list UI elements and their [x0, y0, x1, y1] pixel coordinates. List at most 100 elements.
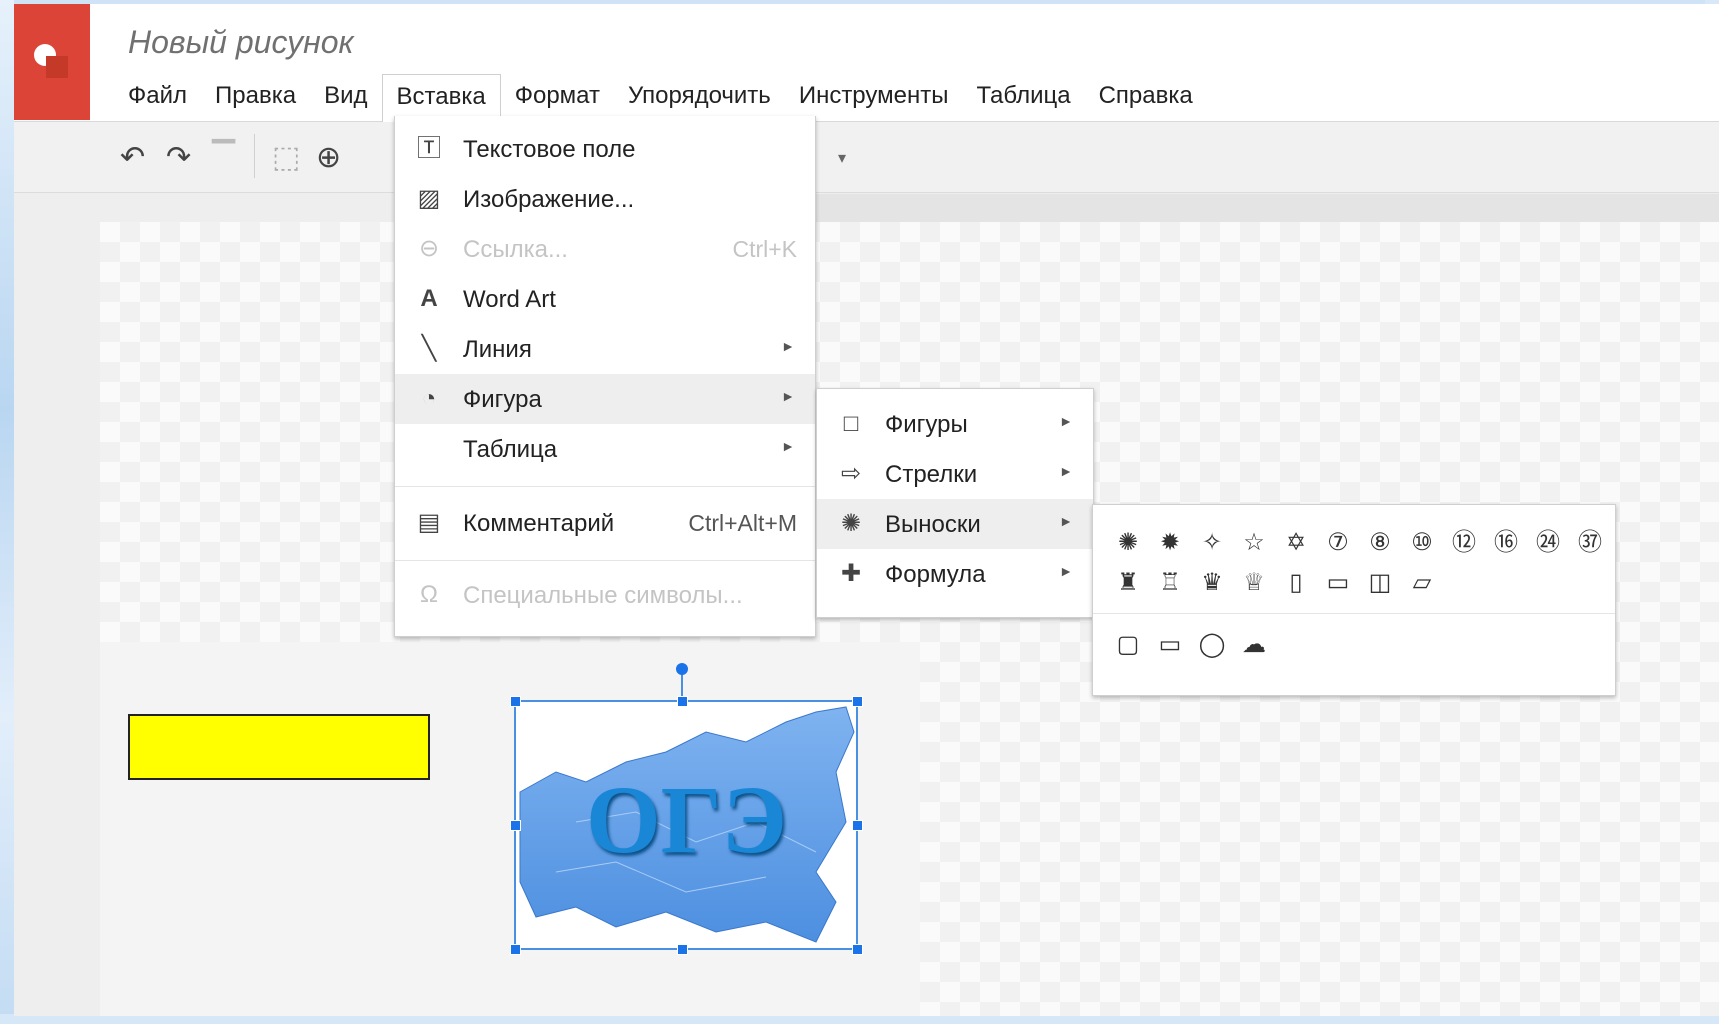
ribbon2-icon[interactable]: ♖: [1149, 565, 1191, 601]
star32-icon[interactable]: ㊲: [1569, 525, 1611, 561]
resize-handle-tl[interactable]: [510, 696, 521, 707]
menu-item-table[interactable]: Таблица ►: [395, 424, 815, 474]
star7-icon[interactable]: ⑦: [1317, 525, 1359, 561]
menu-item-label: Комментарий: [463, 510, 615, 537]
drawings-app: Новый рисунок Файл Правка Вид Вставка Фо…: [14, 4, 1719, 1016]
shape-submenu: □ Фигуры ► ⇨ Стрелки ► ✺ Выноски ► ✚ Фор…: [816, 388, 1094, 618]
menu-item-label: Ссылка...: [463, 236, 568, 263]
resize-handle-bl[interactable]: [510, 944, 521, 955]
rotation-handle[interactable]: [676, 663, 688, 675]
chevron-down-icon[interactable]: ▾: [838, 148, 846, 168]
menu-item-label: Текстовое поле: [463, 136, 636, 163]
logo-square: [46, 56, 68, 78]
undo-icon[interactable]: ↶: [120, 140, 145, 175]
resize-handle-tr[interactable]: [852, 696, 863, 707]
submenu-arrow-icon: ►: [1059, 563, 1073, 579]
menu-item-label: Формула: [885, 561, 986, 588]
menu-item-image[interactable]: ▨ Изображение...: [395, 174, 815, 224]
toolbar-divider: [254, 134, 255, 178]
submenu-arrow-icon: ►: [781, 388, 795, 404]
star8-icon[interactable]: ⑧: [1359, 525, 1401, 561]
callout-palette: ✺ ✹ ✧ ☆ ✡ ⑦ ⑧ ⑩ ⑫ ⑯ ㉔ ㊲ ♜ ♖ ♛ ♕ ▯ ▭ ◫ ▱ …: [1092, 504, 1616, 696]
vertical-scroll-icon[interactable]: ▯: [1275, 565, 1317, 601]
toolbar: ↶ ↷ ▔ ⬚ ⊕ у ▾: [14, 122, 1719, 193]
menu-item-label: Изображение...: [463, 186, 635, 213]
star24-icon[interactable]: ㉔: [1527, 525, 1569, 561]
image-text: ОГЭ: [586, 766, 787, 873]
submenu-arrow-icon: ►: [1059, 463, 1073, 479]
resize-handle-b[interactable]: [677, 944, 688, 955]
submenu-arrow-icon: ►: [781, 338, 795, 354]
menubar: Файл Правка Вид Вставка Формат Упорядочи…: [128, 74, 1207, 122]
star6-icon[interactable]: ✡: [1275, 525, 1317, 561]
menu-item-line[interactable]: ╲ Линия ►: [395, 324, 815, 374]
zoom-icon[interactable]: ⊕: [316, 140, 341, 175]
word-art-icon: A: [420, 285, 438, 312]
menu-item-shape[interactable]: ◔ Фигура ►: [395, 374, 815, 424]
document-title[interactable]: Новый рисунок: [128, 24, 354, 61]
arrow-icon: ⇨: [840, 460, 862, 487]
submenu-arrow-icon: ►: [1059, 413, 1073, 429]
submenu-item-shapes[interactable]: □ Фигуры ►: [817, 399, 1093, 449]
insert-menu: 🅃 Текстовое поле ▨ Изображение... ⊖ Ссыл…: [394, 116, 816, 637]
menu-insert[interactable]: Вставка: [381, 74, 501, 122]
paint-format-icon[interactable]: ▔: [212, 140, 235, 175]
star16-icon[interactable]: ⑯: [1485, 525, 1527, 561]
resize-handle-r[interactable]: [852, 820, 863, 831]
submenu-item-equation[interactable]: ✚ Формула ►: [817, 549, 1093, 599]
ellipse-ribbon2-icon[interactable]: ♕: [1233, 565, 1275, 601]
plus-icon: ✚: [840, 560, 862, 587]
menu-edit[interactable]: Правка: [201, 74, 310, 118]
star10-icon[interactable]: ⑩: [1401, 525, 1443, 561]
star5-icon[interactable]: ☆: [1233, 525, 1275, 561]
callout-row-speech: ▢ ▭ ◯ ☁: [1107, 627, 1275, 663]
redo-icon[interactable]: ↷: [166, 140, 191, 175]
palette-divider: [1093, 613, 1615, 614]
header: Новый рисунок Файл Правка Вид Вставка Фо…: [14, 4, 1719, 122]
rounded-callout-icon[interactable]: ▭: [1149, 627, 1191, 663]
menu-file[interactable]: Файл: [128, 74, 201, 118]
ellipse-ribbon-icon[interactable]: ♛: [1191, 565, 1233, 601]
star4-icon[interactable]: ✧: [1191, 525, 1233, 561]
wave-icon[interactable]: ◫: [1359, 565, 1401, 601]
explosion-callout-icon[interactable]: ✺: [1107, 525, 1149, 561]
menu-view[interactable]: Вид: [310, 74, 381, 118]
resize-handle-t[interactable]: [677, 696, 688, 707]
star12-icon[interactable]: ⑫: [1443, 525, 1485, 561]
comment-icon: ▤: [417, 509, 441, 536]
menu-item-label: Фигура: [463, 386, 542, 413]
cloud-callout-icon[interactable]: ☁: [1233, 627, 1275, 663]
callout-row-ribbons: ♜ ♖ ♛ ♕ ▯ ▭ ◫ ▱: [1107, 565, 1443, 601]
select-icon[interactable]: ⬚: [272, 140, 300, 175]
menu-format[interactable]: Формат: [501, 74, 614, 118]
menu-arrange[interactable]: Упорядочить: [614, 74, 785, 118]
link-icon: ⊖: [418, 235, 440, 262]
selected-image[interactable]: ОГЭ: [514, 700, 858, 950]
menu-divider: [395, 560, 815, 561]
oval-callout-icon[interactable]: ◯: [1191, 627, 1233, 663]
ribbon-icon[interactable]: ♜: [1107, 565, 1149, 601]
callout-row-burst: ✺ ✹ ✧ ☆ ✡ ⑦ ⑧ ⑩ ⑫ ⑯ ㉔ ㊲: [1107, 525, 1611, 561]
submenu-item-callouts[interactable]: ✺ Выноски ►: [817, 499, 1093, 549]
menu-table[interactable]: Таблица: [962, 74, 1084, 118]
menu-help[interactable]: Справка: [1085, 74, 1207, 118]
app-logo[interactable]: [14, 4, 90, 120]
menu-item-comment[interactable]: ▤ Комментарий Ctrl+Alt+M: [395, 498, 815, 548]
menu-tools[interactable]: Инструменты: [785, 74, 963, 118]
explosion2-callout-icon[interactable]: ✹: [1149, 525, 1191, 561]
omega-icon: Ω: [420, 581, 438, 608]
menu-item-link: ⊖ Ссылка... Ctrl+K: [395, 224, 815, 274]
resize-handle-l[interactable]: [510, 820, 521, 831]
double-wave-icon[interactable]: ▱: [1401, 565, 1443, 601]
rectangular-callout-icon[interactable]: ▢: [1107, 627, 1149, 663]
horizontal-scroll-icon[interactable]: ▭: [1317, 565, 1359, 601]
menu-item-text-box[interactable]: 🅃 Текстовое поле: [395, 124, 815, 174]
submenu-item-arrows[interactable]: ⇨ Стрелки ►: [817, 449, 1093, 499]
menu-item-word-art[interactable]: A Word Art: [395, 274, 815, 324]
menu-item-label: Линия: [463, 336, 532, 363]
menu-item-label: Word Art: [463, 286, 556, 313]
yellow-rectangle-shape[interactable]: [128, 714, 430, 780]
menu-item-special-characters: Ω Специальные символы...: [395, 570, 815, 620]
resize-handle-br[interactable]: [852, 944, 863, 955]
slide-background-left: [0, 0, 14, 1024]
